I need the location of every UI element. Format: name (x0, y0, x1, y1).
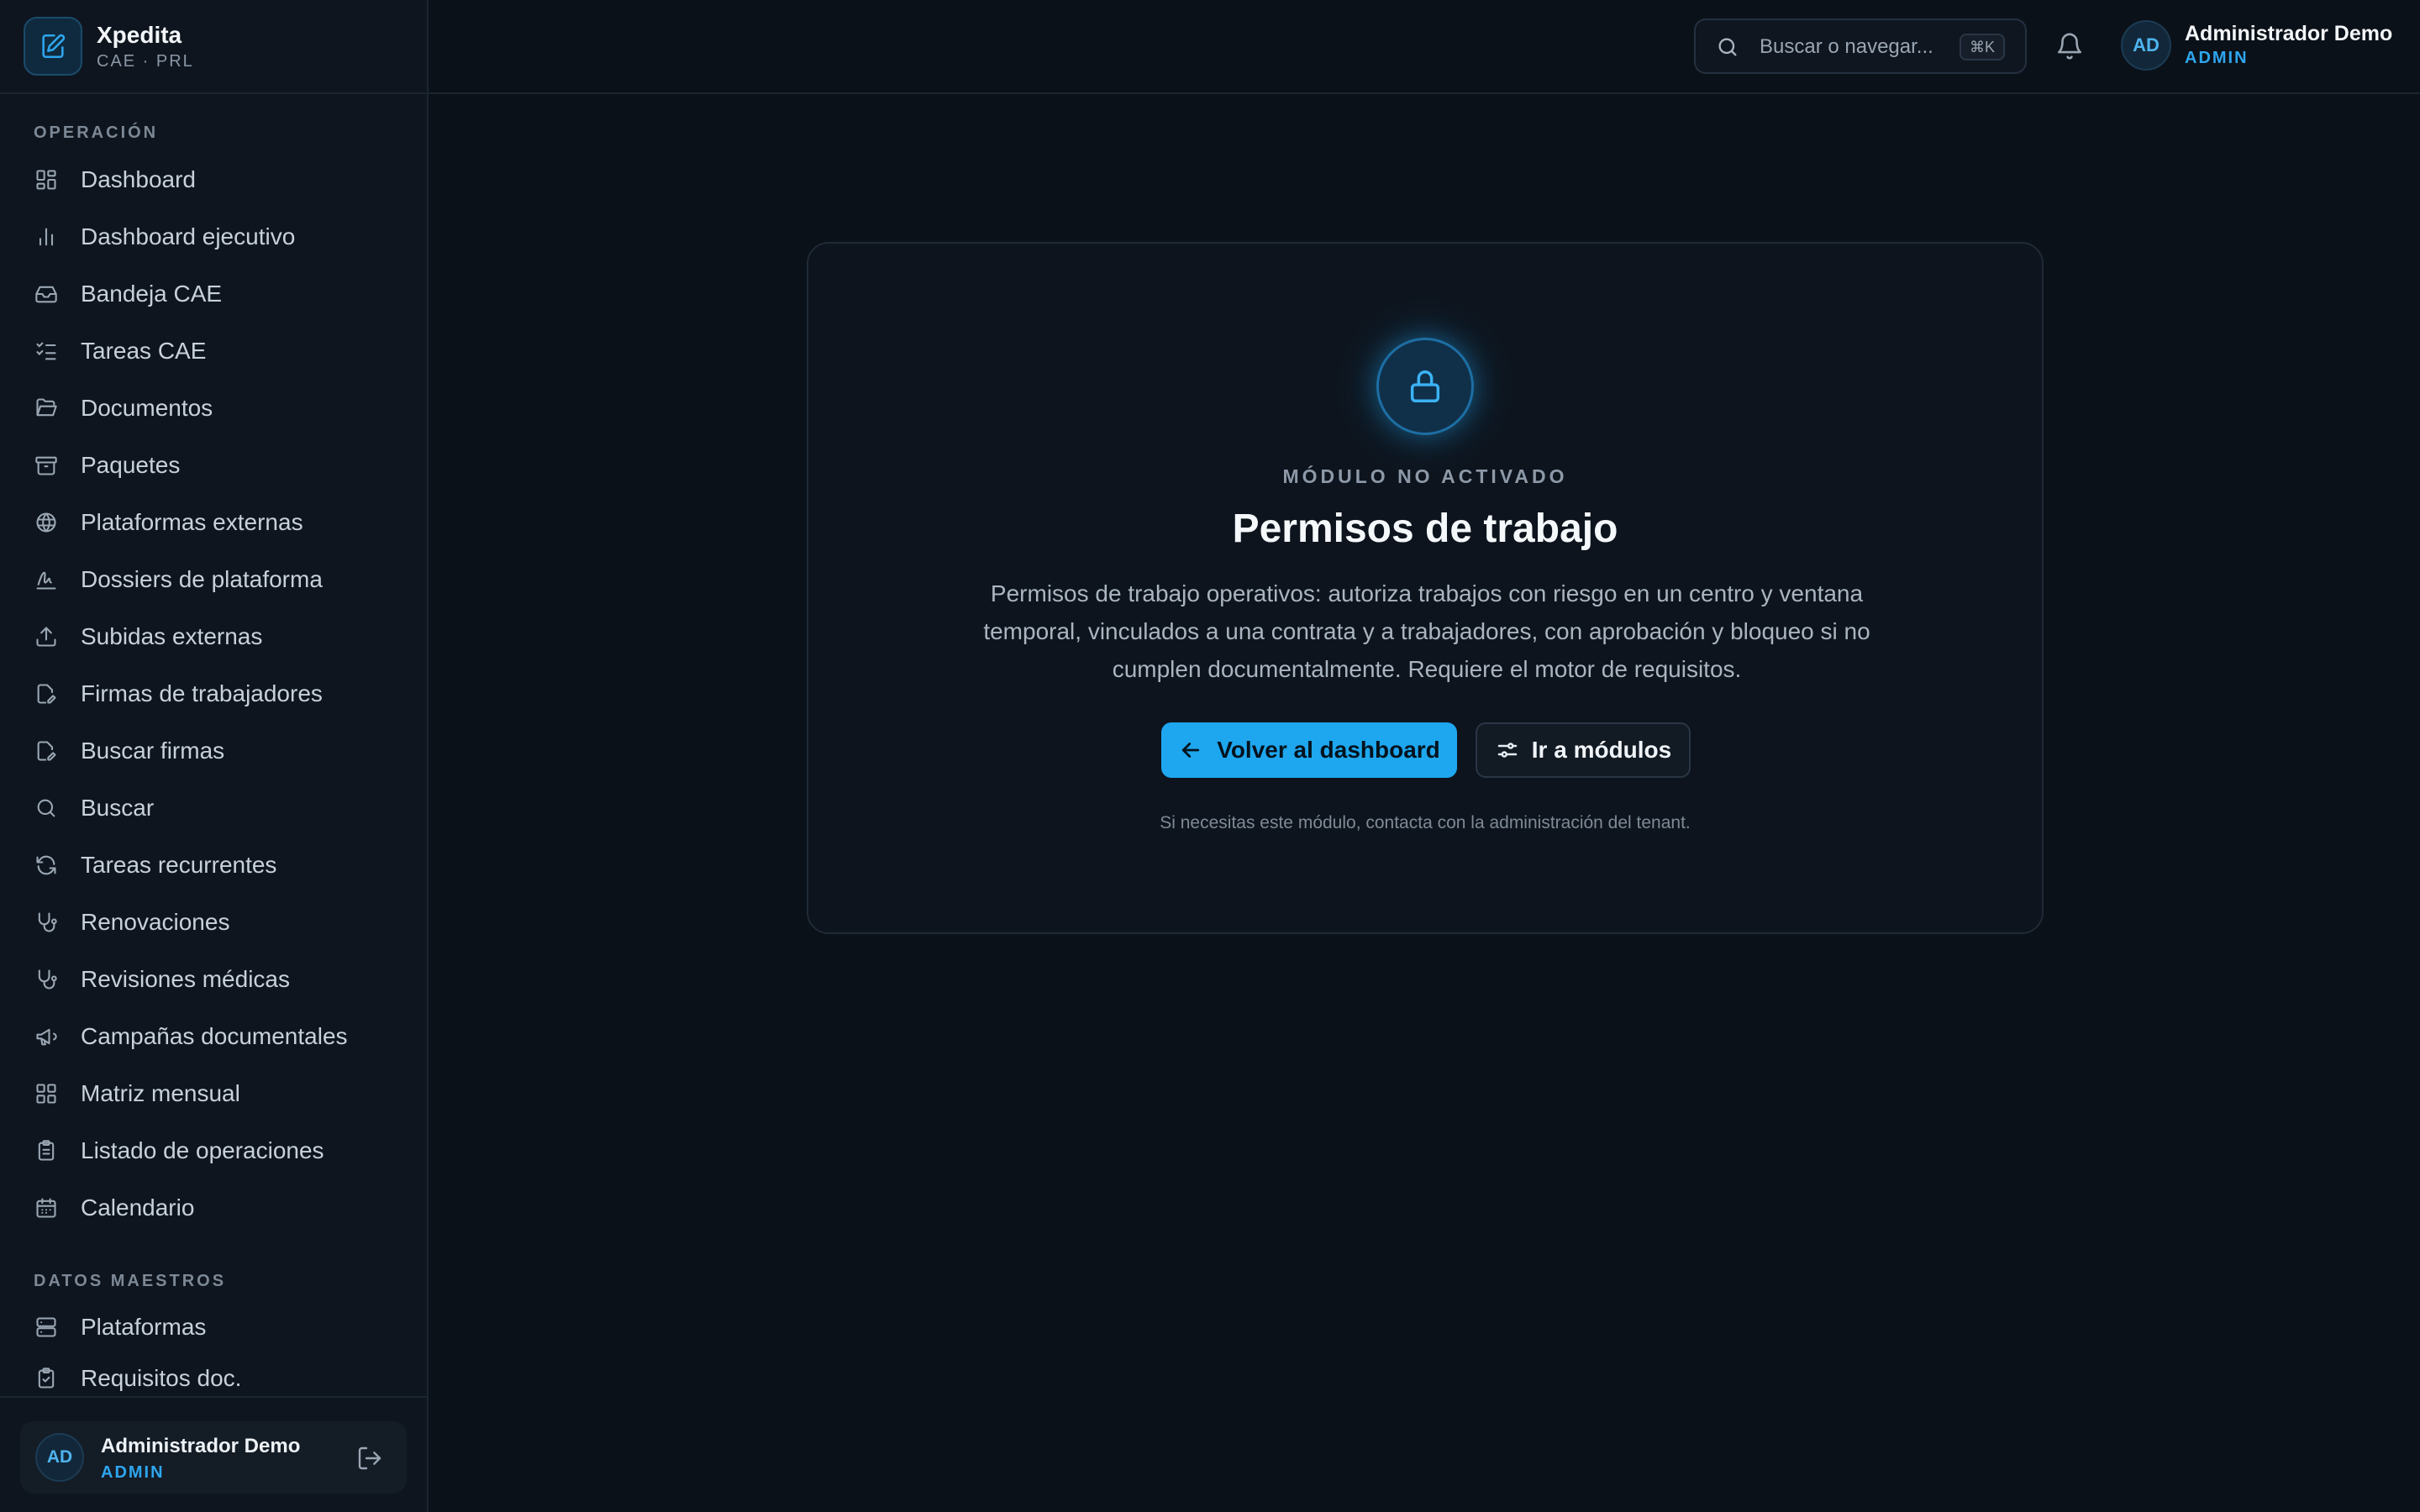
sidebar-item-renovaciones[interactable]: Renovaciones (34, 899, 403, 946)
server-icon (34, 1315, 59, 1340)
page-title: Permisos de trabajo (1232, 507, 1618, 551)
sidebar-item-paquetes[interactable]: Paquetes (34, 442, 403, 489)
sidebar-item-tareas-recurrentes[interactable]: Tareas recurrentes (34, 842, 403, 889)
inbox-icon (34, 281, 59, 307)
sidebar-item-label: Dashboard (81, 166, 196, 192)
avatar: AD (2121, 20, 2171, 71)
contact-admin-note: Si necesitas este módulo, contacta con l… (1160, 813, 1691, 832)
clipboard-list-icon (34, 1138, 59, 1163)
lock-icon (1376, 338, 1474, 435)
sidebar-item-matriz-mensual[interactable]: Matriz mensual (34, 1070, 403, 1117)
sidebar-item-label: Firmas de trabajadores (81, 680, 323, 706)
avatar: AD (35, 1433, 84, 1482)
arrow-left-icon (1178, 738, 1203, 763)
search-placeholder: Buscar o navegar... (1760, 35, 1933, 58)
brand-name: Xpedita (97, 22, 182, 48)
sidebar-item-tareas-cae[interactable]: Tareas CAE (34, 328, 403, 375)
sidebar-item-campanas-documentales[interactable]: Campañas documentales (34, 1013, 403, 1060)
shortcut-badge: ⌘K (1959, 34, 2005, 60)
sidebar-item-buscar-firmas[interactable]: Buscar firmas (34, 727, 403, 774)
back-to-dashboard-label: Volver al dashboard (1217, 737, 1440, 763)
sidebar-item-label: Plataformas externas (81, 509, 303, 535)
sidebar-item-label: Renovaciones (81, 909, 230, 935)
brand-subtitle: CAE · PRL (97, 52, 194, 71)
footer-user-name: Administrador Demo (101, 1435, 301, 1457)
sidebar: Xpedita CAE · PRL OPERACIÓN Dashboard Da… (0, 0, 429, 1512)
sidebar-item-requisitos-doc[interactable]: Requisitos doc. (34, 1361, 403, 1396)
sidebar-item-label: Matriz mensual (81, 1080, 240, 1106)
sidebar-item-documentos[interactable]: Documentos (34, 385, 403, 432)
grid-icon (34, 1081, 59, 1106)
go-to-modules-label: Ir a módulos (1531, 737, 1672, 763)
folder-open-icon (34, 396, 59, 421)
upload-icon (34, 624, 59, 649)
signature-icon (34, 567, 59, 592)
sidebar-item-label: Requisitos doc. (81, 1365, 242, 1391)
module-not-activated-card: MÓDULO NO ACTIVADO Permisos de trabajo P… (807, 242, 2044, 934)
user-role: ADMIN (2185, 49, 2249, 67)
sidebar-item-label: Campañas documentales (81, 1023, 348, 1049)
sidebar-item-label: Buscar firmas (81, 738, 225, 764)
bar-chart-icon (34, 224, 59, 249)
checklist-icon (34, 339, 59, 364)
nav-section-operacion: OPERACIÓN (34, 123, 159, 142)
footer-user-card[interactable]: AD Administrador Demo ADMIN (20, 1421, 407, 1494)
sidebar-item-label: Plataformas (81, 1314, 207, 1340)
sidebar-item-label: Subidas externas (81, 623, 263, 649)
megaphone-icon (34, 1024, 59, 1049)
sidebar-footer: AD Administrador Demo ADMIN (0, 1396, 429, 1512)
sliders-icon (1495, 738, 1520, 763)
file-pen-icon (34, 681, 59, 706)
footer-user-role: ADMIN (101, 1463, 165, 1482)
search-icon (34, 795, 59, 821)
sidebar-item-label: Tareas CAE (81, 338, 207, 364)
sidebar-item-label: Paquetes (81, 452, 181, 478)
archive-icon (34, 453, 59, 478)
sidebar-item-calendario[interactable]: Calendario (34, 1184, 403, 1231)
sidebar-item-label: Buscar (81, 795, 155, 821)
search-icon (1716, 35, 1739, 59)
nav-section-datos-maestros: DATOS MAESTROS (34, 1272, 227, 1290)
sidebar-item-label: Dashboard ejecutivo (81, 223, 296, 249)
topbar: Buscar o navegar... ⌘K AD Administrador … (429, 0, 2420, 94)
sidebar-item-firmas-de-trabajadores[interactable]: Firmas de trabajadores (34, 670, 403, 717)
sidebar-item-plataformas[interactable]: Plataformas (34, 1304, 403, 1351)
sidebar-item-label: Revisiones médicas (81, 966, 290, 992)
user-name: Administrador Demo (2185, 22, 2393, 45)
globe-icon (34, 510, 59, 535)
sidebar-item-plataformas-externas[interactable]: Plataformas externas (34, 499, 403, 546)
module-description: Permisos de trabajo operativos: autoriza… (983, 580, 1870, 682)
sidebar-item-dashboard[interactable]: Dashboard (34, 156, 403, 203)
sidebar-item-subidas-externas[interactable]: Subidas externas (34, 613, 403, 660)
sidebar-item-label: Dossiers de plataforma (81, 566, 323, 592)
stethoscope-icon (34, 967, 59, 992)
edit-document-icon[interactable] (24, 17, 82, 76)
clipboard-check-icon (34, 1366, 59, 1391)
sidebar-item-dashboard-ejecutivo[interactable]: Dashboard ejecutivo (34, 213, 403, 260)
back-to-dashboard-button[interactable]: Volver al dashboard (1161, 722, 1457, 778)
sidebar-item-label: Listado de operaciones (81, 1137, 324, 1163)
sidebar-item-label: Calendario (81, 1194, 195, 1221)
sidebar-item-label: Tareas recurrentes (81, 852, 277, 878)
file-pen-icon (34, 738, 59, 764)
logout-icon[interactable] (356, 1445, 383, 1472)
bell-icon[interactable] (2055, 32, 2084, 60)
sidebar-item-label: Documentos (81, 395, 213, 421)
brand-header: Xpedita CAE · PRL (0, 0, 429, 94)
sidebar-item-label: Bandeja CAE (81, 281, 223, 307)
sidebar-item-listado-de-operaciones[interactable]: Listado de operaciones (34, 1127, 403, 1174)
go-to-modules-button[interactable]: Ir a módulos (1476, 722, 1691, 778)
sidebar-item-dossiers-de-plataforma[interactable]: Dossiers de plataforma (34, 556, 403, 603)
sidebar-item-bandeja-cae[interactable]: Bandeja CAE (34, 270, 403, 318)
refresh-icon (34, 853, 59, 878)
sidebar-item-buscar[interactable]: Buscar (34, 785, 403, 832)
stethoscope-icon (34, 910, 59, 935)
status-eyebrow: MÓDULO NO ACTIVADO (1282, 465, 1568, 487)
dashboard-icon (34, 167, 59, 192)
calendar-icon (34, 1195, 59, 1221)
sidebar-item-revisiones-medicas[interactable]: Revisiones médicas (34, 956, 403, 1003)
search-input[interactable]: Buscar o navegar... ⌘K (1694, 18, 2027, 74)
